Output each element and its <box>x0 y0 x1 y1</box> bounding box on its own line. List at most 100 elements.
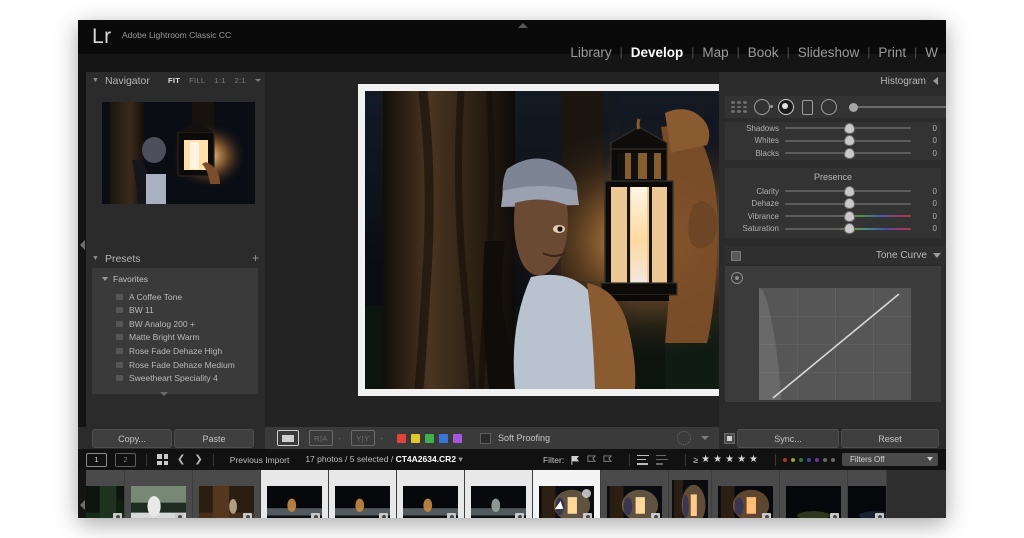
slider-track[interactable] <box>785 210 911 223</box>
paste-button[interactable]: Paste <box>174 429 254 448</box>
filmstrip-thumbnail[interactable] <box>465 470 533 518</box>
filter-color-dot-6[interactable] <box>831 458 835 462</box>
module-book[interactable]: Book <box>740 45 787 60</box>
module-w[interactable]: W <box>917 45 946 60</box>
slider-knob[interactable] <box>844 148 855 159</box>
filter-color-dot-5[interactable] <box>823 458 827 462</box>
tone-curve-graph[interactable] <box>759 288 911 400</box>
preset-item[interactable]: BW Analog 200 + <box>116 317 195 330</box>
preset-item[interactable]: Rose Fade Dehaze High <box>116 344 222 357</box>
filmstrip-thumbnail[interactable] <box>125 470 193 518</box>
add-preset-button[interactable]: + <box>252 252 259 264</box>
tone-curve-collapse-icon[interactable] <box>933 253 941 258</box>
presets-resize-handle[interactable] <box>160 392 168 396</box>
star-5[interactable]: ★ <box>749 454 758 465</box>
spot-removal-icon[interactable] <box>754 99 770 115</box>
star-4[interactable]: ★ <box>737 454 746 465</box>
thumbnail-badge-icon[interactable] <box>762 513 771 519</box>
slider-value[interactable]: 0 <box>911 199 941 208</box>
slider-track[interactable] <box>785 135 911 148</box>
adjustment-brush-slider[interactable] <box>849 101 946 113</box>
filmstrip-thumbnail[interactable] <box>86 470 125 518</box>
filters-off-dropdown[interactable]: Filters Off <box>842 453 938 466</box>
slider-vibrance[interactable]: Vibrance0 <box>725 210 941 223</box>
color-label-swatch-0[interactable] <box>397 434 406 443</box>
preset-item[interactable]: A Coffee Tone <box>116 290 182 303</box>
filmstrip-thumbnail[interactable] <box>193 470 261 518</box>
forward-arrow-icon[interactable]: ❯ <box>194 454 202 465</box>
slider-value[interactable]: 0 <box>911 224 941 233</box>
filmstrip-thumbnail[interactable] <box>848 470 887 518</box>
page-button-2[interactable]: 2 <box>115 453 136 467</box>
page-button-1[interactable]: 1 <box>86 453 107 467</box>
filmstrip-thumbnail[interactable] <box>397 470 465 518</box>
star-1[interactable]: ★ <box>701 454 710 465</box>
disclosure-triangle-icon[interactable]: ▼ <box>92 77 99 84</box>
thumbnail-badge-icon[interactable] <box>830 513 839 519</box>
slider-knob[interactable] <box>844 198 855 209</box>
unedited-filter-icon[interactable] <box>656 455 668 465</box>
module-print[interactable]: Print <box>870 45 914 60</box>
filter-color-dot-4[interactable] <box>815 458 819 462</box>
filter-color-dot-2[interactable] <box>799 458 803 462</box>
module-develop[interactable]: Develop <box>623 45 692 60</box>
navigator-header[interactable]: ▼ Navigator FITFILL1:12:1 <box>92 72 265 89</box>
toolbar-options-caret-icon[interactable] <box>701 436 709 440</box>
targeted-adjustment-icon[interactable] <box>731 272 743 284</box>
filename-caret-icon[interactable]: ▾ <box>458 454 462 464</box>
thumbnail-badge-icon[interactable] <box>583 513 592 519</box>
filmstrip-thumbnail[interactable] <box>601 470 669 518</box>
soft-proofing-checkbox[interactable] <box>480 433 491 444</box>
redeye-correction-icon[interactable] <box>778 99 794 115</box>
thumbnail-badge-icon[interactable] <box>379 513 388 519</box>
thumbnail-badge-icon[interactable] <box>515 513 524 519</box>
filter-color-dot-1[interactable] <box>791 458 795 462</box>
slider-value[interactable]: 0 <box>911 187 941 196</box>
filmstrip-thumbnail[interactable] <box>261 470 329 518</box>
thumbnail-badge-icon[interactable] <box>875 513 884 519</box>
module-library[interactable]: Library <box>562 45 619 60</box>
thumbnail-flag-icon[interactable] <box>582 489 591 498</box>
thumbnail-badge-icon[interactable] <box>651 513 660 519</box>
module-slideshow[interactable]: Slideshow <box>790 45 868 60</box>
left-panel-toggle-arrow[interactable] <box>80 240 85 250</box>
left-panel-edge[interactable] <box>78 72 86 427</box>
zoom-level-2-1[interactable]: 2:1 <box>235 76 246 85</box>
thumbnail-badge-icon[interactable] <box>311 513 320 519</box>
crop-overlay-icon[interactable] <box>731 101 747 113</box>
radial-filter-icon[interactable] <box>821 99 837 115</box>
star-3[interactable]: ★ <box>725 454 734 465</box>
histogram-collapse-icon[interactable] <box>933 77 938 85</box>
color-label-swatch-1[interactable] <box>411 434 420 443</box>
preset-item[interactable]: Matte Bright Warm <box>116 331 200 344</box>
thumbnail-badge-icon[interactable] <box>447 513 456 519</box>
sync-button[interactable]: Sync... <box>737 429 839 448</box>
slider-track[interactable] <box>785 147 911 160</box>
zoom-level-caret-icon[interactable] <box>255 79 261 82</box>
slider-value[interactable]: 0 <box>911 136 941 145</box>
collapse-top-panel-arrow[interactable] <box>518 23 528 28</box>
slider-track[interactable] <box>785 223 911 236</box>
slider-value[interactable]: 0 <box>911 149 941 158</box>
preset-item[interactable]: BW 11 <box>116 304 154 317</box>
flag-unflagged-icon[interactable] <box>587 455 596 465</box>
filmstrip-thumbnail[interactable] <box>780 470 848 518</box>
navigator-preview[interactable] <box>102 102 255 204</box>
color-label-swatch-3[interactable] <box>439 434 448 443</box>
module-map[interactable]: Map <box>694 45 736 60</box>
tone-curve-toggle-icon[interactable] <box>731 251 741 261</box>
slider-knob[interactable] <box>844 223 855 234</box>
flag-rejected-icon[interactable] <box>603 455 612 465</box>
auto-sync-toggle-icon[interactable] <box>724 433 735 444</box>
edited-filter-icon[interactable] <box>637 455 649 465</box>
star-2[interactable]: ★ <box>713 454 722 465</box>
reset-button[interactable]: Reset <box>841 429 939 448</box>
slider-knob[interactable] <box>844 135 855 146</box>
slider-value[interactable]: 0 <box>911 124 941 133</box>
zoom-level-1-1[interactable]: 1:1 <box>214 76 225 85</box>
presets-disclosure-icon[interactable]: ▼ <box>92 255 99 262</box>
slider-knob[interactable] <box>844 123 855 134</box>
slider-clarity[interactable]: Clarity0 <box>725 185 941 198</box>
compare-view-icon[interactable]: R|A <box>309 430 333 446</box>
thumbnail-badge-icon[interactable] <box>113 513 122 519</box>
